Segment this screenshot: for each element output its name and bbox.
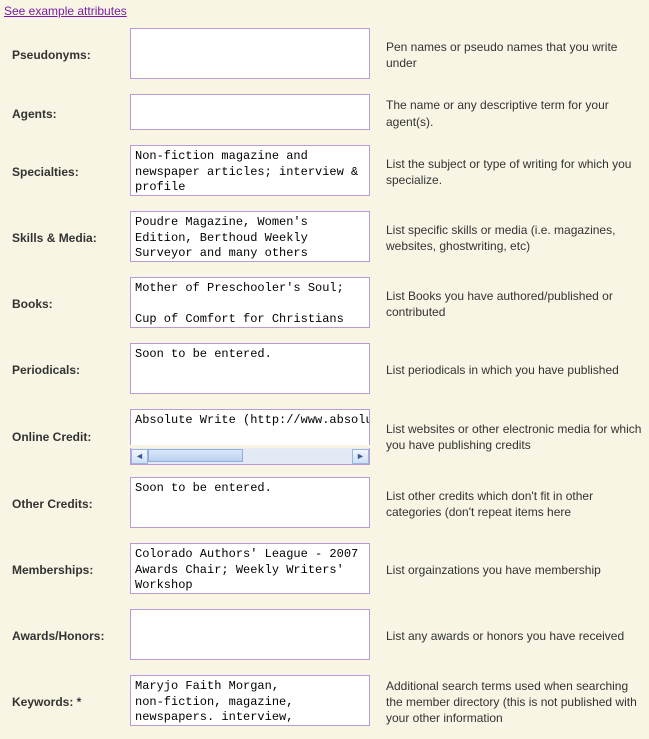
field-input-wrap (130, 94, 378, 133)
field-input-wrap (130, 343, 378, 397)
horizontal-scrollbar[interactable]: ◄► (130, 448, 370, 465)
field-label: Pseudonyms: (12, 48, 130, 62)
field-hint: List specific skills or media (i.e. maga… (378, 222, 645, 254)
field-hint: The name or any descriptive term for you… (378, 97, 645, 129)
field-hint: List any awards or honors you have recei… (378, 628, 645, 644)
field-input-wrap (130, 277, 378, 331)
field-textarea[interactable] (130, 211, 370, 262)
field-hint: List the subject or type of writing for … (378, 156, 645, 188)
field-textarea[interactable] (130, 94, 370, 130)
form-row: Skills & Media: List specific skills or m… (4, 205, 645, 271)
form-row: Awards/Honors: List any awards or honors … (4, 603, 645, 669)
form-row: Books: List Books you have authored/publi… (4, 271, 645, 337)
field-textarea[interactable] (130, 343, 370, 394)
field-textarea[interactable] (130, 543, 370, 594)
attributes-form: Pseudonyms: Pen names or pseudo names tha… (4, 22, 645, 735)
field-input-wrap (130, 675, 378, 729)
form-row: Specialties: List the subject or type of … (4, 139, 645, 205)
scroll-thumb[interactable] (148, 449, 243, 462)
field-textarea[interactable] (130, 145, 370, 196)
field-label: Keywords: * (12, 695, 130, 709)
field-textarea[interactable] (130, 477, 370, 528)
field-textarea[interactable] (130, 277, 370, 328)
field-label: Other Credits: (12, 497, 130, 511)
field-label: Online Credit: (12, 430, 130, 444)
field-hint: List other credits which don't fit in ot… (378, 488, 645, 520)
field-hint: Pen names or pseudo names that you write… (378, 39, 645, 71)
form-row: Memberships: List orgainzations you have … (4, 537, 645, 603)
field-hint: List periodicals in which you have publi… (378, 362, 645, 378)
field-hint: List Books you have authored/published o… (378, 288, 645, 320)
scroll-right-icon[interactable]: ► (352, 449, 369, 464)
form-row: Other Credits: List other credits which d… (4, 471, 645, 537)
field-label: Skills & Media: (12, 231, 130, 245)
field-input-wrap: ◄► (130, 409, 378, 465)
field-hint: Additional search terms used when search… (378, 678, 645, 727)
scroll-left-icon[interactable]: ◄ (131, 449, 148, 464)
scroll-track[interactable] (148, 449, 352, 464)
field-label: Memberships: (12, 563, 130, 577)
field-textarea[interactable] (130, 409, 370, 445)
field-input-wrap (130, 609, 378, 663)
see-example-attributes-link[interactable]: See example attributes (4, 4, 127, 18)
field-label: Books: (12, 297, 130, 311)
field-input-wrap (130, 28, 378, 82)
form-row: Pseudonyms: Pen names or pseudo names tha… (4, 22, 645, 88)
form-row: Keywords: * Additional search terms used … (4, 669, 645, 735)
form-row: Online Credit:◄►List websites or other e… (4, 403, 645, 471)
form-row: Periodicals: List periodicals in which yo… (4, 337, 645, 403)
field-label: Periodicals: (12, 363, 130, 377)
field-textarea[interactable] (130, 675, 370, 726)
field-input-wrap (130, 543, 378, 597)
field-textarea[interactable] (130, 28, 370, 79)
field-hint: List orgainzations you have membership (378, 562, 645, 578)
field-input-wrap (130, 145, 378, 199)
field-hint: List websites or other electronic media … (378, 421, 645, 453)
field-textarea[interactable] (130, 609, 370, 660)
field-input-wrap (130, 211, 378, 265)
form-row: Agents: The name or any descriptive term … (4, 88, 645, 139)
field-label: Agents: (12, 107, 130, 121)
field-label: Awards/Honors: (12, 629, 130, 643)
field-input-wrap (130, 477, 378, 531)
field-label: Specialties: (12, 165, 130, 179)
